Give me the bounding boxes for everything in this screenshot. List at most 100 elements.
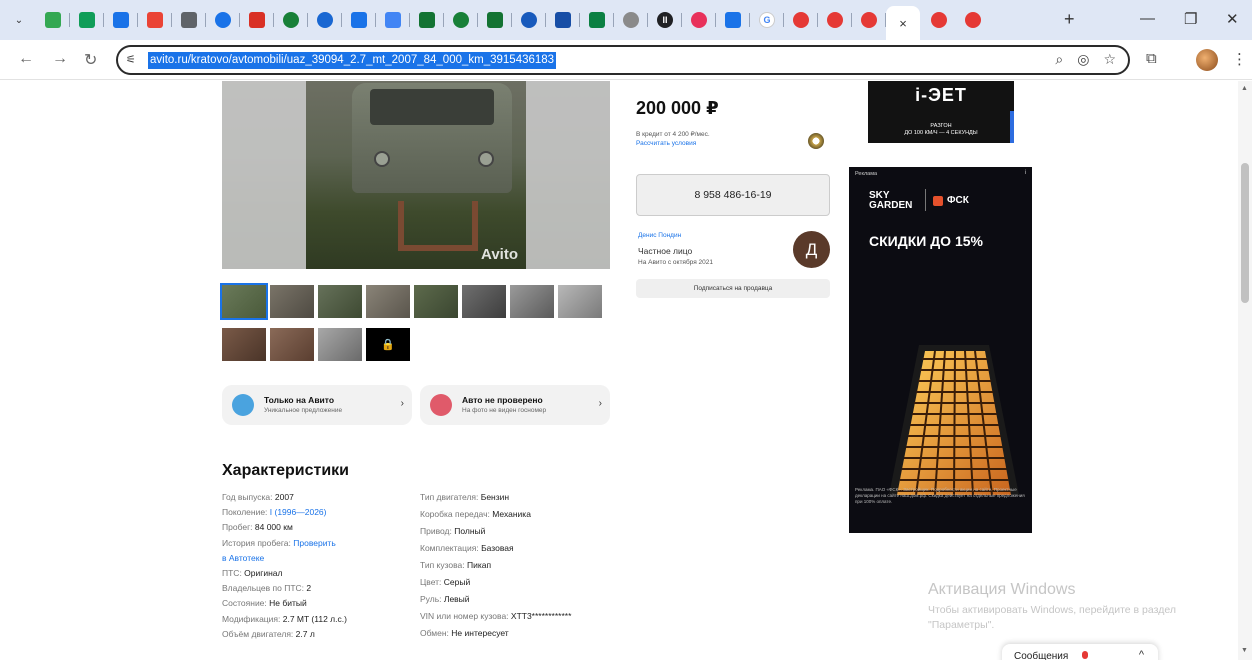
- spec-value: Не интересует: [451, 628, 509, 638]
- photo-thumbnail[interactable]: [220, 283, 268, 320]
- ad-banner-side[interactable]: Реклама i SKY GARDEN ФСК СКИДКИ ДО 15% Р…: [849, 167, 1032, 533]
- doc-app-icon: [385, 12, 401, 28]
- promo-card[interactable]: Только на Авито Уникальное предложение ›: [222, 385, 412, 425]
- promo-subtitle: Уникальное предложение: [264, 407, 343, 414]
- browser-tab[interactable]: [684, 6, 714, 34]
- spec-label: Цвет:: [420, 577, 444, 587]
- spec-row: Тип двигателя: Бензин: [420, 492, 509, 502]
- browser-tab[interactable]: [854, 6, 884, 34]
- browser-tab[interactable]: [958, 6, 988, 34]
- spec-value: Пикап: [467, 560, 492, 570]
- spec-row[interactable]: в Автотеке: [222, 553, 264, 563]
- promo-subtitle: На фото не виден госномер: [462, 407, 547, 414]
- browser-tab[interactable]: [548, 6, 578, 34]
- spec-row: ПТС: Оригинал: [222, 568, 283, 578]
- active-tab[interactable]: ×: [886, 6, 920, 40]
- spec-row[interactable]: История пробега: Проверить: [222, 538, 336, 548]
- lock-icon[interactable]: 🔒: [366, 328, 410, 361]
- scrollbar-thumb[interactable]: [1241, 163, 1249, 303]
- browser-tab[interactable]: [924, 6, 954, 34]
- close-window-button[interactable]: ✕: [1226, 10, 1239, 28]
- info-icon[interactable]: i: [1025, 170, 1026, 176]
- main-photo[interactable]: Avito: [222, 81, 610, 269]
- ad-brand-fsk: ФСК: [947, 195, 969, 206]
- profile-avatar[interactable]: [1196, 49, 1218, 71]
- browser-tab[interactable]: [582, 6, 612, 34]
- address-bar[interactable]: ⚟ avito.ru/kratovo/avtomobili/uaz_39094_…: [116, 45, 1130, 75]
- close-tab-icon[interactable]: ×: [899, 16, 907, 31]
- photo-thumbnail[interactable]: [558, 285, 602, 318]
- spec-link[interactable]: I (1996—2026): [270, 507, 327, 517]
- browser-tab[interactable]: [140, 6, 170, 34]
- photo-thumbnail[interactable]: [462, 285, 506, 318]
- photo-thumbnail[interactable]: [318, 328, 362, 361]
- restore-button[interactable]: ❐: [1184, 10, 1197, 28]
- tab-search-dropdown[interactable]: ⌄: [8, 10, 30, 30]
- photo-thumbnail[interactable]: [366, 285, 410, 318]
- spec-row: VIN или номер кузова: XTT3************: [420, 611, 571, 621]
- browser-tab[interactable]: [514, 6, 544, 34]
- browser-tab[interactable]: [242, 6, 272, 34]
- photo-thumbnail[interactable]: [222, 328, 266, 361]
- browser-tab[interactable]: [310, 6, 340, 34]
- browser-tab[interactable]: [276, 6, 306, 34]
- site-info-icon[interactable]: ⚟: [126, 53, 142, 67]
- browser-tab[interactable]: [820, 6, 850, 34]
- spec-label: Тип кузова:: [420, 560, 467, 570]
- spec-row: Коробка передач: Механика: [420, 509, 531, 519]
- url-text[interactable]: avito.ru/kratovo/avtomobili/uaz_39094_2.…: [148, 52, 557, 69]
- star-icon[interactable]: ☆: [1103, 51, 1116, 68]
- subscribe-seller-button[interactable]: Подписаться на продавца: [636, 279, 830, 298]
- extensions-icon[interactable]: ⧉: [1146, 50, 1157, 67]
- browser-tab[interactable]: [616, 6, 646, 34]
- browser-tab[interactable]: G: [752, 6, 782, 34]
- photo-thumbnail[interactable]: [414, 285, 458, 318]
- back-button[interactable]: ←: [18, 50, 34, 68]
- record-icon: [793, 12, 809, 28]
- menu-icon[interactable]: ⋮: [1232, 50, 1247, 68]
- chevron-up-icon[interactable]: ^: [1139, 649, 1144, 660]
- promo-card[interactable]: Авто не проверено На фото не виден госном…: [420, 385, 610, 425]
- browser-tab[interactable]: [480, 6, 510, 34]
- browser-tab[interactable]: [718, 6, 748, 34]
- browser-tab[interactable]: [72, 6, 102, 34]
- spec-row[interactable]: Поколение: I (1996—2026): [222, 507, 326, 517]
- calculate-terms-link[interactable]: Рассчитать условия: [636, 140, 696, 147]
- reload-button[interactable]: ↻: [84, 50, 97, 70]
- show-phone-button[interactable]: 8 958 486-16-19: [636, 174, 830, 216]
- photo-thumbnail[interactable]: [270, 285, 314, 318]
- spec-row: Комплектация: Базовая: [420, 543, 514, 553]
- spec-value: Базовая: [481, 543, 514, 553]
- photo-thumbnail[interactable]: [510, 285, 554, 318]
- price: 200 000 ₽: [636, 98, 719, 118]
- browser-tab[interactable]: [412, 6, 442, 34]
- browser-tab[interactable]: [38, 6, 68, 34]
- ad-label: Реклама: [855, 171, 878, 177]
- browser-tab[interactable]: [106, 6, 136, 34]
- photo-thumbnail[interactable]: [318, 285, 362, 318]
- spec-row: Тип кузова: Пикап: [420, 560, 491, 570]
- spec-label: Год выпуска:: [222, 492, 275, 502]
- building-image: [889, 345, 1019, 495]
- browser-tab[interactable]: [786, 6, 816, 34]
- page-scrollbar[interactable]: ▲ ▼: [1238, 81, 1252, 660]
- browser-tab[interactable]: [344, 6, 374, 34]
- browser-tab[interactable]: [174, 6, 204, 34]
- gmail-icon: [147, 12, 163, 28]
- browser-tab[interactable]: [446, 6, 476, 34]
- ad-banner-top[interactable]: i-ЭET РАЗГОН ДО 100 КМ/Ч — 4 СЕКУНДЫ: [868, 81, 1014, 143]
- browser-tab[interactable]: [378, 6, 408, 34]
- photo-thumbnail[interactable]: [270, 328, 314, 361]
- messages-bar[interactable]: Сообщения ^: [1002, 644, 1158, 660]
- spec-link[interactable]: Проверить: [293, 538, 336, 548]
- seller-avatar[interactable]: Д: [793, 231, 830, 268]
- browser-tab[interactable]: II: [650, 6, 680, 34]
- spec-link[interactable]: в Автотеке: [222, 553, 264, 563]
- eye-off-icon[interactable]: ◎: [1077, 51, 1089, 68]
- new-tab-button[interactable]: +: [1064, 9, 1075, 30]
- zoom-icon[interactable]: ⌕: [1055, 51, 1063, 68]
- minimize-button[interactable]: —: [1140, 10, 1155, 27]
- browser-tab[interactable]: [208, 6, 238, 34]
- forward-button[interactable]: →: [52, 50, 68, 68]
- seller-name-link[interactable]: Денис Пондин: [638, 232, 681, 239]
